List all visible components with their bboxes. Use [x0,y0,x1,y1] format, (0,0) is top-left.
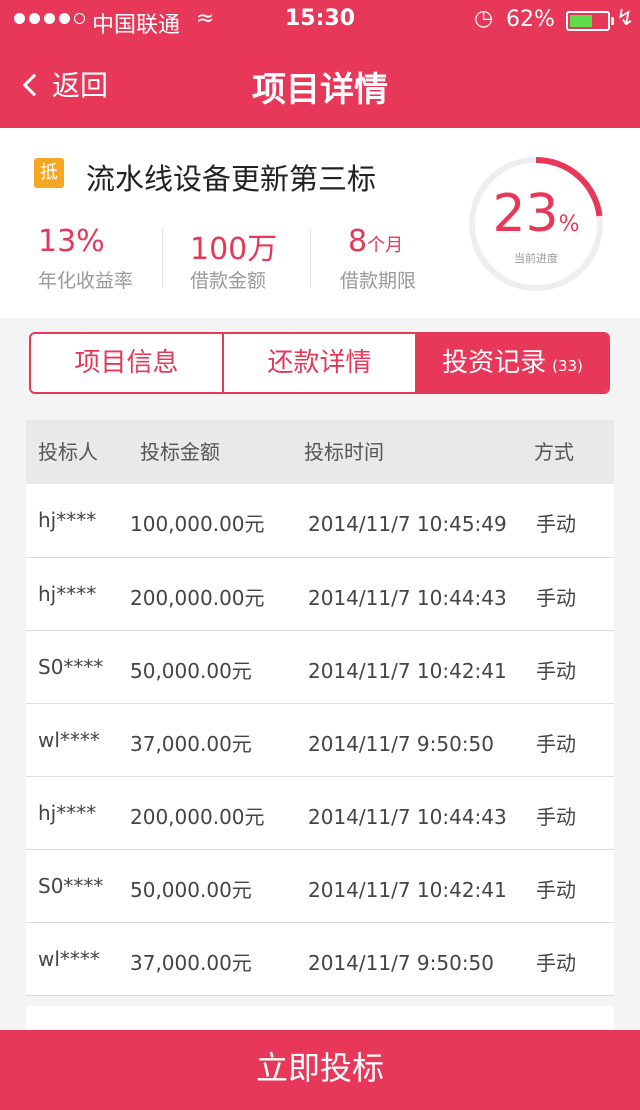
cell-time: 2014/11/7 10:45:49 [308,512,507,536]
cell-time: 2014/11/7 10:44:43 [308,805,507,829]
cell-amount: 37,000.00元 [130,951,252,975]
table-row: wl**** 37,000.00元 2014/11/7 9:50:50 手动 [26,923,614,996]
stat-value: 8 [348,224,368,259]
cell-time: 2014/11/7 10:42:41 [308,659,507,683]
header: 中国联通 ≈ 15:30 ◷ 62% ↯ 返回 项目详情 [0,0,640,128]
cell-amount: 50,000.00元 [130,659,252,683]
table-footer-space [26,1006,614,1030]
cell-investor: hj**** [38,582,97,606]
cell-time: 2014/11/7 9:50:50 [308,732,495,756]
tab-investment-records[interactable]: 投资记录 (33) [417,334,608,392]
tab-label: 投资记录 [442,348,547,378]
column-header-method: 方式 [534,440,574,464]
cell-amount: 50,000.00元 [130,878,252,902]
cell-amount: 200,000.00元 [130,586,265,610]
cell-investor: wl**** [38,728,100,752]
tab-label: 还款详情 [267,348,372,378]
cell-investor: hj**** [38,801,97,825]
cell-time: 2014/11/7 9:50:50 [308,951,495,975]
nav-bar: 返回 项目详情 [0,40,640,128]
cell-amount: 100,000.00元 [130,512,265,536]
cell-method: 手动 [536,805,576,829]
status-bar: 中国联通 ≈ 15:30 ◷ 62% ↯ [0,0,640,40]
table-row: S0**** 50,000.00元 2014/11/7 10:42:41 手动 [26,631,614,704]
cell-method: 手动 [536,659,576,683]
tab-project-info[interactable]: 项目信息 [31,334,224,392]
collateral-tag: 抵 [34,158,64,188]
cell-amount: 200,000.00元 [130,805,265,829]
stat-divider [162,228,163,288]
tab-bar: 项目信息 还款详情 投资记录 (33) [29,332,610,394]
stat-value: 13% [38,224,105,259]
investment-records-table: 投标人 投标金额 投标时间 方式 hj**** 100,000.00元 2014/1… [26,420,614,996]
cell-method: 手动 [536,512,576,536]
stat-label: 年化收益率 [38,270,134,292]
cell-investor: S0**** [38,874,104,898]
cell-investor: wl**** [38,947,100,971]
progress-unit: % [558,212,580,237]
table-row: hj**** 100,000.00元 2014/11/7 10:45:49 手动 [26,484,614,558]
stat-divider [310,228,311,288]
cell-time: 2014/11/7 10:42:41 [308,878,507,902]
battery-icon [566,11,614,31]
progress-label: 当前进度 [514,252,558,265]
stat-label: 借款金额 [190,270,267,292]
cell-method: 手动 [536,586,576,610]
cell-time: 2014/11/7 10:44:43 [308,586,507,610]
table-body: hj**** 100,000.00元 2014/11/7 10:45:49 手动 hj*… [26,484,614,996]
tab-count: (33) [552,357,583,375]
table-row: wl**** 37,000.00元 2014/11/7 9:50:50 手动 [26,704,614,777]
table-header: 投标人 投标金额 投标时间 方式 [26,420,614,484]
cell-method: 手动 [536,878,576,902]
stat-loan-amount: 100万 借款金额 [190,224,330,293]
progress-number: 23 [492,184,559,244]
cell-method: 手动 [536,951,576,975]
table-row: hj**** 200,000.00元 2014/11/7 10:44:43 手动 [26,777,614,850]
invest-now-button[interactable]: 立即投标 [0,1030,640,1110]
stat-unit: 个月 [367,235,404,256]
battery-percent: 62% [506,7,555,32]
charging-icon: ↯ [616,6,635,31]
project-summary-card: 抵 流水线设备更新第三标 13% 年化收益率 100万 借款金额 8个月 借款期… [0,128,640,318]
stat-label: 借款期限 [340,270,417,292]
cell-investor: hj**** [38,508,97,532]
cell-method: 手动 [536,732,576,756]
tab-label: 项目信息 [74,348,179,378]
page-title: 项目详情 [252,70,388,110]
column-header-time: 投标时间 [304,440,384,464]
progress-value: 23% [466,184,606,255]
project-name: 流水线设备更新第三标 [86,162,377,196]
stat-value: 100万 [190,232,278,267]
column-header-amount: 投标金额 [140,440,220,464]
cell-investor: S0**** [38,655,104,679]
table-row: S0**** 50,000.00元 2014/11/7 10:42:41 手动 [26,850,614,923]
alarm-icon: ◷ [474,6,494,31]
stat-loan-term: 8个月 借款期限 [340,224,480,293]
tab-repayment-details[interactable]: 还款详情 [224,334,417,392]
cell-amount: 37,000.00元 [130,732,252,756]
column-header-investor: 投标人 [38,440,98,464]
stat-annual-rate: 13% 年化收益率 [38,224,178,293]
table-row: hj**** 200,000.00元 2014/11/7 10:44:43 手动 [26,558,614,631]
